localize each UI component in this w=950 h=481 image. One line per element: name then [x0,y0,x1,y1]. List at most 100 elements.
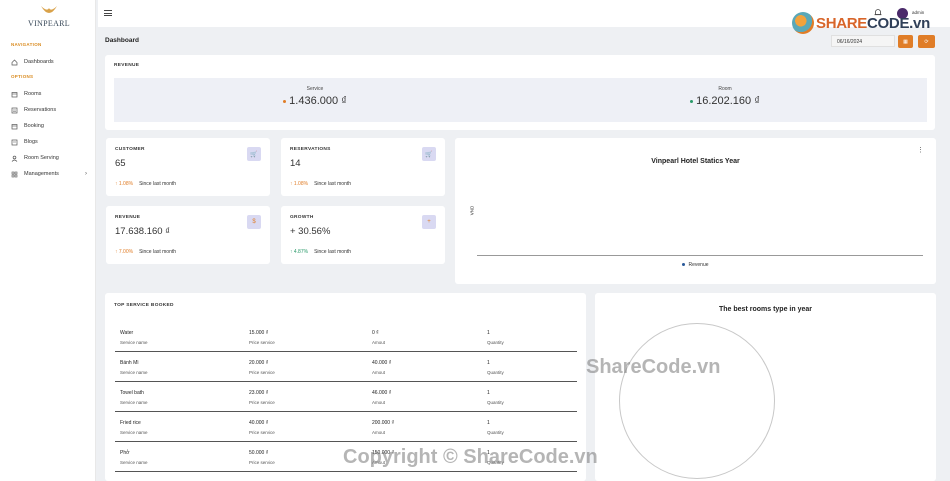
cell-label: Quantity [487,430,504,435]
chart-title: Vinpearl Hotel Statics Year [651,158,740,165]
nav-section-navigation: NAVIGATION [11,42,42,47]
cell-label: Amout [372,340,386,345]
menu-toggle-icon[interactable] [104,10,112,18]
stat-card-revenue: REVENUE 17.638.160 ₫ $ ↑ 7.00% Since last… [106,206,270,264]
stat-title: GROWTH [290,215,314,220]
room-dot-icon [690,99,694,103]
cell-label: Service name [120,430,148,435]
date-input[interactable]: 06/16/2024 [831,35,895,47]
revenue-title: REVENUE [114,63,140,68]
dollar-icon: $ [247,215,261,229]
table-cell: Towel bath Service name [120,390,148,405]
table-cell: 46.000 ₫ Amout [372,390,391,405]
stat-since: Since last month [139,249,177,255]
table-cell: 0 ₫ Amout [372,330,385,345]
cell-value: Phở [120,450,130,456]
table-cell: 1 Quantity [487,330,504,345]
table-cell: 1 Quantity [487,420,504,435]
revenue-service: Service 1.436.000 ₫ [215,86,415,107]
brand-name: VINPEARL [28,19,70,28]
chart-legend[interactable]: Revenue [455,262,936,268]
cell-value: 1 [487,420,490,426]
cell-label: Service name [120,340,148,345]
cell-value: 1 [487,360,490,366]
table-row: Bánh Mì Service name 20.000 ₫ Price service… [115,352,577,382]
sidebar-item-rooms[interactable]: Rooms [11,89,87,99]
cell-label: Price service [249,460,275,465]
rooms-pie-chart [619,323,775,479]
nav-section-options: OPTIONS [11,74,34,79]
stat-since: Since last month [314,181,352,187]
best-rooms-card: The best rooms type in year [595,293,936,481]
table-cell: 50.000 ₫ Price service [249,450,275,465]
sidebar-item-reservations[interactable]: Reservations [11,105,87,115]
stat-since: Since last month [139,181,177,187]
sidebar-item-managements[interactable]: Managements › [11,169,87,179]
sidebar-item-room-serving[interactable]: Room Serving [11,153,87,163]
sidebar-item-blogs[interactable]: Blogs [11,137,87,147]
table-cell: Phở Service name [120,450,148,465]
stat-change: ↑ 7.00% [115,249,134,255]
chart-x-axis [477,255,923,256]
cell-value: 20.000 ₫ [249,360,269,366]
table-cell: Bánh Mì Service name [120,360,148,375]
cell-label: Service name [120,400,148,405]
more-options-icon[interactable]: ⋮ [917,146,924,154]
cell-value: 50.000 ₫ [249,450,269,456]
table-cell: 15.000 ₫ Price service [249,330,275,345]
legend-label: Revenue [688,262,709,268]
cell-value: Bánh Mì [120,360,139,366]
revenue-card: REVENUE Service 1.436.000 ₫ Room 16.202.… [105,55,935,130]
cart-icon: 🛒 [422,147,436,161]
cell-value: Water [120,330,134,336]
table-cell: Fried rice Service name [120,420,148,435]
cell-label: Amout [372,400,386,405]
calendar-icon: ▦ [903,38,908,45]
calendar-icon [11,123,18,130]
stat-change: ↑ 1.08% [115,181,134,187]
legend-dot-icon [682,263,686,267]
cell-label: Price service [249,340,275,345]
cell-value: 46.000 ₫ [372,390,392,396]
cart-icon: 🛒 [247,147,261,161]
table-cell: 1 Quantity [487,390,504,405]
table-row: Fried rice Service name 40.000 ₫ Price serv… [115,412,577,442]
revenue-service-value: 1.436.000 ₫ [289,95,347,107]
cell-label: Quantity [487,400,504,405]
stat-title: CUSTOMER [115,147,145,152]
cell-label: Service name [120,370,148,375]
cell-label: Quantity [487,340,504,345]
refresh-button[interactable]: ⟳ [918,35,935,48]
cell-value: 200.000 ₫ [372,420,395,426]
watermark-logo-a: SHARE [816,14,868,32]
cell-value: Fried rice [120,420,141,426]
table-cell: 1 Quantity [487,360,504,375]
chart-ylabel: VND [469,205,475,216]
stat-since: Since last month [314,249,352,255]
brand-logo[interactable]: VINPEARL [28,4,70,28]
grid-icon [11,171,18,178]
revenue-service-label: Service [306,86,324,92]
stat-card-growth: GROWTH + 30.56% + ↑ 4.87% Since last mont… [281,206,445,264]
watermark-bottom: Copyright © ShareCode.vn [343,446,598,468]
sidebar-item-label: Rooms [24,91,42,97]
stat-value: 17.638.160 ₫ [115,226,171,237]
cell-value: Towel bath [120,390,144,396]
cell-label: Amout [372,430,386,435]
revenue-room-value: 16.202.160 ₫ [696,95,760,107]
revenue-room: Room 16.202.160 ₫ [625,86,825,107]
sidebar-item-label: Blogs [24,139,38,145]
vinpearl-logo-icon [41,6,57,13]
stat-value: 14 [290,158,301,169]
table-cell: 40.000 ₫ Amout [372,360,391,375]
stat-card-reservations: RESERVATIONS 14 🛒 ↑ 1.08% Since last mont… [281,138,445,196]
document-icon [11,139,18,146]
sidebar-item-dashboards[interactable]: Dashboards [11,57,87,67]
sidebar-item-booking[interactable]: Booking [11,121,87,131]
table-row: Towel bath Service name 23.000 ₫ Price serv… [115,382,577,412]
calendar-button[interactable]: ▦ [898,35,913,48]
stat-change: ↑ 1.08% [290,181,309,187]
sidebar-item-label: Dashboards [24,59,54,65]
cell-value: 40.000 ₫ [372,360,392,366]
cell-label: Amout [372,370,386,375]
